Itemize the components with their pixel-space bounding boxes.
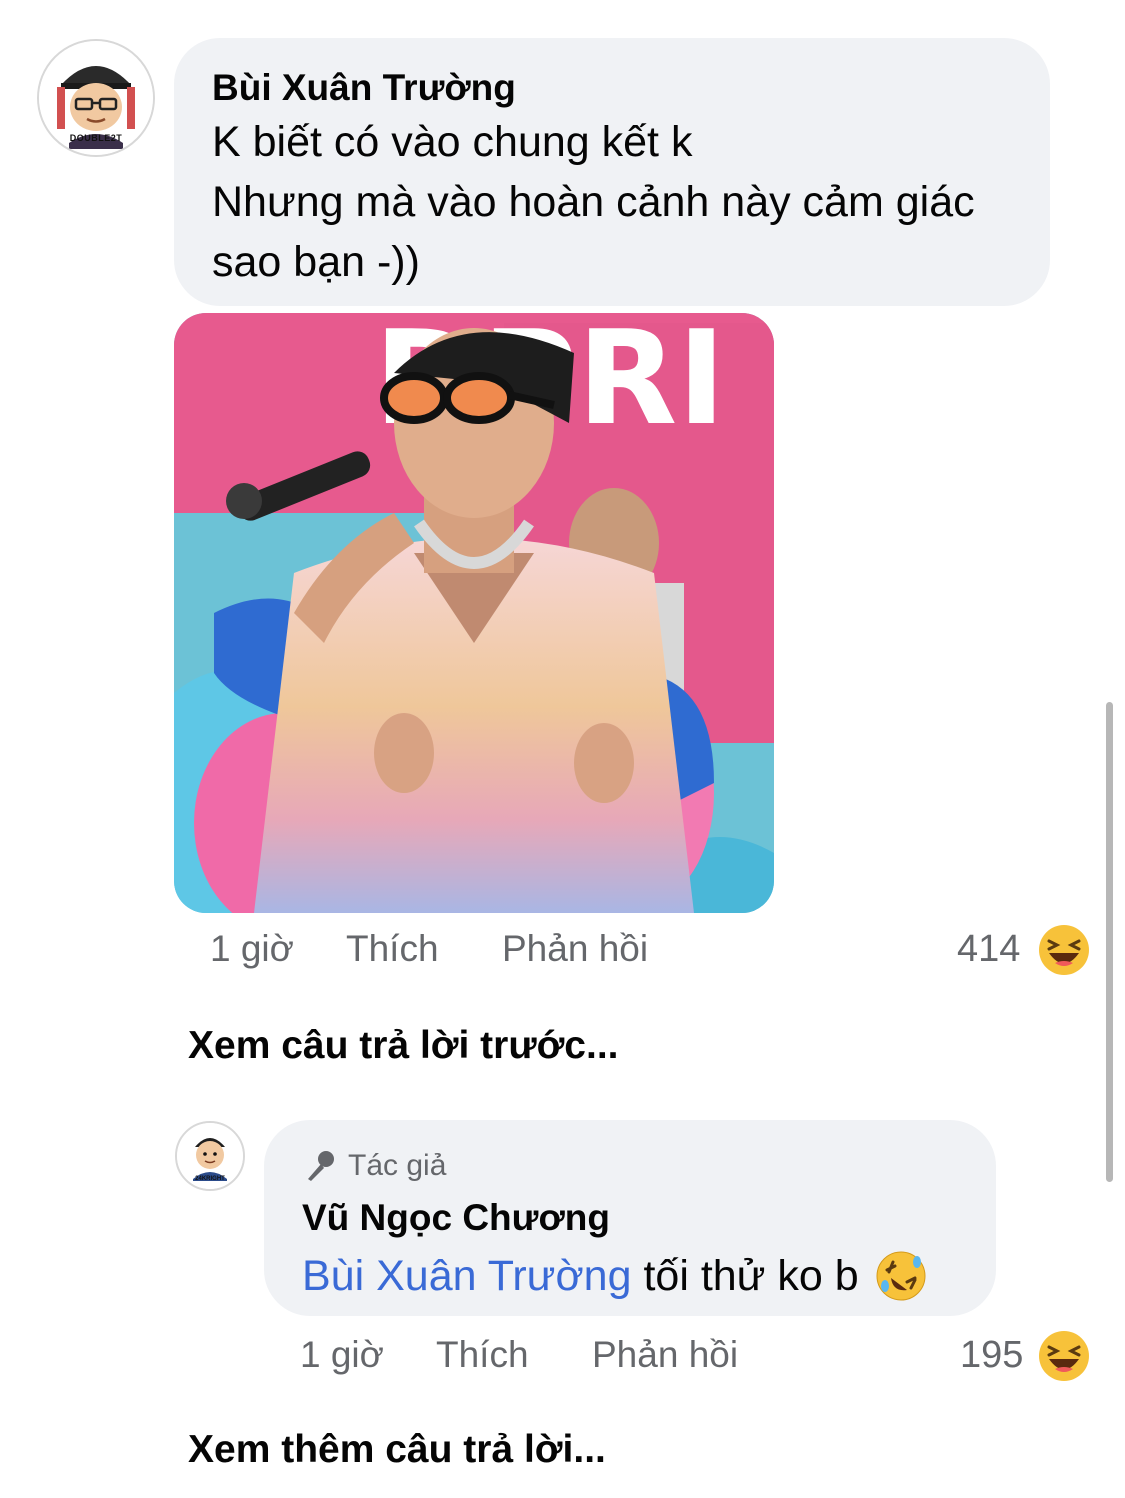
avatar-label: 24KRIGHT bbox=[195, 1176, 225, 1182]
comment-bubble[interactable]: Bùi Xuân Trường K biết có vào chung kết … bbox=[174, 38, 1050, 306]
laughing-face-icon[interactable] bbox=[1038, 1330, 1090, 1382]
microphone-icon bbox=[302, 1148, 338, 1184]
reply-time[interactable]: 1 giờ bbox=[300, 1334, 384, 1376]
author-badge: Tác giả bbox=[302, 1146, 958, 1186]
reply-author[interactable]: Vũ Ngọc Chương bbox=[302, 1194, 958, 1242]
avatar[interactable]: DOUBLE2T bbox=[37, 39, 155, 157]
like-button[interactable]: Thích bbox=[346, 928, 439, 970]
like-button[interactable]: Thích bbox=[436, 1334, 529, 1376]
view-more-replies-link[interactable]: Xem thêm câu trả lời... bbox=[188, 1428, 606, 1472]
comment-author[interactable]: Bùi Xuân Trường bbox=[212, 64, 1012, 112]
reply-text-row: Bùi Xuân Trường tối thử ko b bbox=[302, 1246, 958, 1306]
avatar[interactable]: 24KRIGHT bbox=[175, 1121, 245, 1191]
rolling-laughing-face-icon bbox=[875, 1250, 927, 1302]
comment-time[interactable]: 1 giờ bbox=[210, 928, 294, 970]
avatar-label: DOUBLE2T bbox=[69, 133, 123, 143]
comment-photo[interactable]: DPRI bbox=[174, 313, 774, 913]
comment-line: Nhưng mà vào hoàn cảnh này cảm giác bbox=[212, 178, 975, 226]
reply-button[interactable]: Phản hồi bbox=[502, 928, 648, 970]
mention-link[interactable]: Bùi Xuân Trường bbox=[302, 1246, 632, 1306]
scrollbar[interactable] bbox=[1106, 702, 1113, 1182]
comment-line: K biết có vào chung kết k bbox=[212, 118, 693, 166]
reply-text: tối thử ko b bbox=[643, 1252, 859, 1300]
reply-button[interactable]: Phản hồi bbox=[592, 1334, 738, 1376]
comment-line: sao bạn -)) bbox=[212, 238, 420, 286]
reply-bubble[interactable]: Tác giả Vũ Ngọc Chương Bùi Xuân Trường t… bbox=[264, 1120, 996, 1316]
reaction-count[interactable]: 195 bbox=[960, 1334, 1023, 1377]
reaction-count[interactable]: 414 bbox=[957, 928, 1020, 971]
view-previous-replies-link[interactable]: Xem câu trả lời trước... bbox=[188, 1024, 619, 1068]
laughing-face-icon[interactable] bbox=[1038, 924, 1090, 976]
author-badge-label: Tác giả bbox=[348, 1149, 447, 1182]
